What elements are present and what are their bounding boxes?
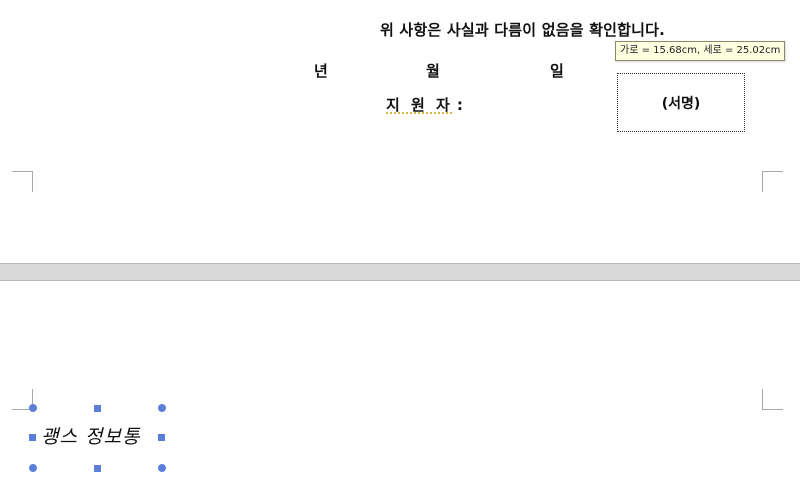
signature-box-label: (서명) (661, 95, 701, 112)
resize-handle-top[interactable] (94, 405, 101, 412)
resize-handle-left[interactable] (29, 434, 36, 441)
resize-handle-right[interactable] (158, 434, 165, 441)
date-day-label: 일 (550, 62, 564, 80)
resize-handle-top-right[interactable] (158, 404, 166, 412)
resize-handle-top-left[interactable] (29, 404, 37, 412)
resize-handle-bottom-left[interactable] (29, 464, 37, 472)
signature-box[interactable]: (서명) (617, 73, 745, 132)
selected-text-object[interactable]: 괭스 정보통 (29, 404, 166, 472)
date-year-label: 년 (314, 62, 328, 80)
applicant-label: 지 원 자 (386, 96, 453, 114)
size-tooltip: 가로 = 15.68cm, 세로 = 25.02cm (615, 41, 786, 61)
date-month-label: 월 (426, 62, 440, 80)
margin-corner-marker (762, 171, 783, 192)
declaration-text: 위 사항은 사실과 다름이 없음을 확인합니다. (380, 21, 666, 39)
applicant-colon: : (456, 96, 466, 114)
margin-corner-marker (12, 171, 33, 192)
margin-corner-marker (762, 389, 783, 410)
page-separator (0, 263, 800, 281)
handwritten-text: 괭스 정보통 (41, 426, 141, 448)
document-page-1[interactable]: 위 사항은 사실과 다름이 없음을 확인합니다. 년 월 일 지 원 자: (서… (0, 0, 800, 263)
resize-handle-bottom[interactable] (94, 465, 101, 472)
resize-handle-bottom-right[interactable] (158, 464, 166, 472)
applicant-line: 지 원 자: (386, 94, 466, 115)
